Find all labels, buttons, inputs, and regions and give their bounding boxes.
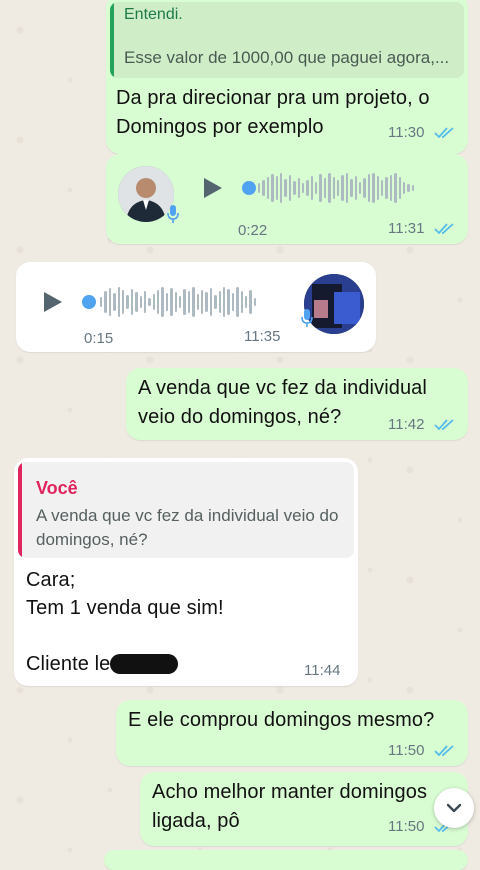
message-line: Cara;	[26, 569, 76, 591]
message-time: 11:30	[388, 124, 425, 141]
message-bubble-incoming[interactable]: Você A venda que vc fez da individual ve…	[14, 458, 358, 686]
message-bubble-outgoing[interactable]: Acho melhor manter domingos ligada, pô 1…	[140, 772, 468, 846]
quoted-message[interactable]: Você A venda que vc fez da individual ve…	[18, 462, 354, 558]
quote-bar	[18, 462, 22, 558]
voice-message-outgoing[interactable]: 0:22 11:31	[106, 154, 468, 244]
voice-progress-dot[interactable]	[242, 181, 256, 195]
message-line: Cliente le	[26, 653, 111, 675]
quote-text: Esse valor de 1000,00 que paguei agora,.…	[124, 48, 450, 67]
read-ticks-icon	[434, 223, 454, 235]
message-time: 11:50	[388, 742, 425, 759]
message-bubble-outgoing[interactable]: A venda que vc fez da individual veio do…	[126, 368, 468, 440]
mic-icon	[301, 309, 313, 327]
voice-duration: 0:15	[84, 330, 114, 347]
read-ticks-icon	[434, 127, 454, 139]
message-time: 11:31	[388, 220, 425, 237]
voice-waveform[interactable]	[258, 171, 444, 205]
message-time: 11:44	[304, 662, 341, 679]
redacted-text	[110, 654, 178, 674]
quote-bar	[110, 2, 114, 78]
message-line: Tem 1 venda que sim!	[26, 597, 224, 619]
message-time: 11:50	[388, 818, 425, 835]
message-text: E ele comprou domingos mesmo?	[128, 709, 435, 731]
scroll-to-bottom-button[interactable]	[434, 788, 474, 828]
voice-message-incoming[interactable]: 0:15 11:35	[16, 262, 376, 352]
message-time: 11:42	[388, 416, 425, 433]
read-ticks-icon	[434, 419, 454, 431]
chevron-down-icon	[446, 803, 462, 813]
message-time: 11:35	[244, 328, 281, 345]
message-bubble-outgoing[interactable]: E ele comprou domingos mesmo? 11:50	[116, 700, 468, 766]
message-bubble-outgoing[interactable]	[104, 850, 468, 870]
voice-waveform[interactable]	[100, 285, 286, 319]
quote-text: A venda que vc fez da individual veio do…	[36, 506, 339, 549]
mic-icon	[167, 205, 179, 223]
message-bubble-outgoing[interactable]: Entendi. Esse valor de 1000,00 que pague…	[106, 0, 468, 154]
read-ticks-icon	[434, 745, 454, 757]
voice-duration: 0:22	[238, 222, 268, 239]
quoted-message[interactable]: Entendi. Esse valor de 1000,00 que pague…	[110, 2, 464, 78]
play-button[interactable]	[44, 292, 62, 312]
quote-author: Entendi.	[124, 6, 183, 23]
voice-progress-dot[interactable]	[82, 295, 96, 309]
quote-author: Você	[36, 478, 78, 498]
play-button[interactable]	[204, 178, 222, 198]
